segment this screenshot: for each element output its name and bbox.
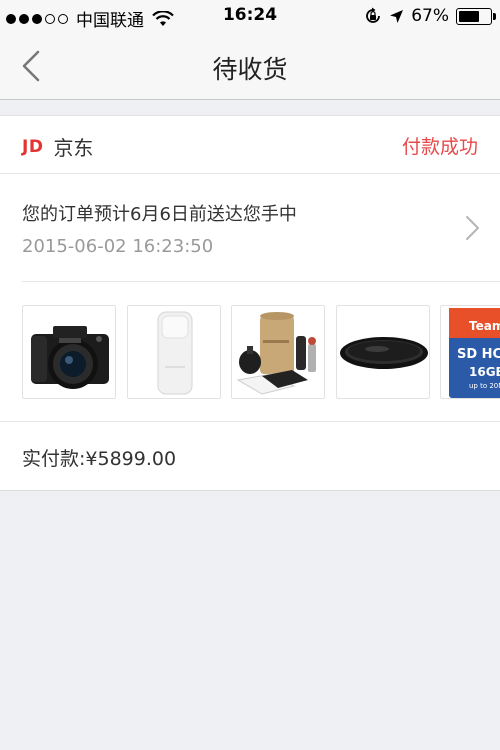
jd-logo: JD	[22, 136, 44, 157]
battery-fill	[459, 10, 480, 22]
lens-filter-icon	[340, 337, 428, 369]
navigation-bar: 待收货	[0, 34, 500, 100]
shop-name: 京东	[53, 136, 94, 160]
order-timestamp: 2015-06-02 16:23:50	[22, 236, 214, 257]
product-thumbnails[interactable]: Team SD HC 16GB up to 20MB/s	[0, 282, 500, 422]
page-title: 待收货	[212, 55, 288, 84]
cleaning-kit-thumbnail[interactable]	[231, 305, 325, 399]
total-row: 实付款:¥5899.00	[0, 422, 500, 490]
shop-info: JD 京东	[22, 132, 93, 161]
location-arrow-icon	[390, 9, 404, 23]
shop-header: JD 京东 付款成功	[0, 116, 500, 174]
sd-card-icon: Team SD HC 16GB up to 20MB/s	[449, 308, 500, 398]
battery-icon	[456, 7, 496, 25]
status-bar: 中国联通 16:24 67%	[0, 0, 500, 34]
order-status: 付款成功	[401, 136, 478, 158]
delivery-message: 您的订单预计6月6日前送达您手中	[22, 204, 297, 225]
orientation-lock-icon	[366, 7, 381, 23]
chevron-right-icon	[466, 216, 479, 240]
delivery-info-row[interactable]: 您的订单预计6月6日前送达您手中 2015-06-02 16:23:50	[22, 174, 500, 282]
card-reader-thumbnail[interactable]	[127, 305, 221, 399]
sd-card-speed: up to 20MB/s	[469, 382, 500, 390]
battery-percentage: 67%	[411, 6, 449, 26]
camera-thumbnail[interactable]	[22, 305, 116, 399]
card-reader-icon	[157, 311, 193, 395]
lens-filter-thumbnail[interactable]	[336, 305, 430, 399]
camera-icon	[31, 326, 109, 389]
sd-card-thumbnail[interactable]: Team SD HC 16GB up to 20MB/s	[440, 305, 500, 399]
total-label: 实付款:	[22, 448, 86, 470]
sd-card-capacity: 16GB	[469, 365, 500, 379]
sd-card-brand: Team	[469, 319, 500, 333]
total-amount: ¥5899.00	[85, 448, 177, 470]
status-bar-right: 67%	[364, 6, 496, 26]
cleaning-kit-icon	[236, 312, 316, 395]
order-card[interactable]: JD 京东 付款成功 您的订单预计6月6日前送达您手中 2015-06-02 1…	[0, 115, 500, 491]
total-paid: 实付款:¥5899.00	[22, 444, 176, 471]
sd-card-type: SD HC	[457, 347, 500, 362]
